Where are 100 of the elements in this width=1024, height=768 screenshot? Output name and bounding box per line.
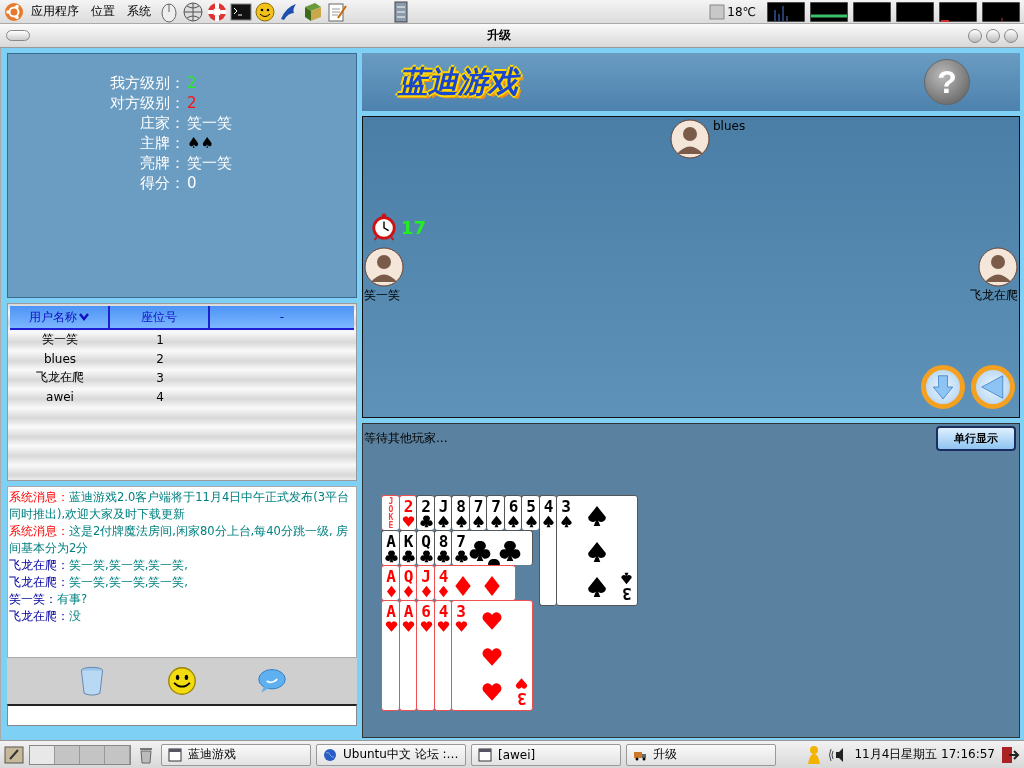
clock[interactable]: 11月4日星期五 17:16:57 bbox=[854, 746, 995, 763]
playing-card[interactable]: 6 bbox=[416, 600, 434, 711]
diamond-icon bbox=[402, 585, 415, 598]
playing-card[interactable]: 7 bbox=[486, 495, 504, 530]
chat-input-field[interactable] bbox=[7, 704, 357, 726]
window-menu-button[interactable] bbox=[6, 30, 30, 41]
show-desktop-icon[interactable] bbox=[4, 744, 24, 765]
playing-card[interactable]: A bbox=[381, 530, 399, 565]
close-button[interactable] bbox=[1004, 28, 1018, 43]
spade-icon bbox=[586, 504, 608, 527]
minimize-button[interactable] bbox=[968, 28, 982, 43]
heart-icon bbox=[419, 620, 433, 633]
playing-card[interactable]: J bbox=[416, 565, 434, 600]
playing-card[interactable]: 4 bbox=[433, 565, 516, 600]
book-icon[interactable] bbox=[302, 0, 324, 23]
notepad-icon[interactable] bbox=[326, 0, 348, 23]
playing-card[interactable]: JOKE bbox=[381, 495, 399, 530]
workspace-switcher-cell[interactable] bbox=[55, 745, 80, 764]
mouse-icon[interactable] bbox=[158, 0, 180, 23]
playing-card[interactable]: 3 3 bbox=[451, 600, 533, 711]
workspace-switcher-cell[interactable] bbox=[105, 745, 130, 764]
globe-icon bbox=[323, 747, 337, 762]
spade-icon bbox=[472, 515, 485, 528]
heart-icon bbox=[515, 677, 529, 690]
spade-icon bbox=[620, 572, 634, 585]
system-monitor-graph[interactable] bbox=[939, 1, 977, 22]
playing-card[interactable]: 7 bbox=[451, 530, 533, 565]
playing-card[interactable]: 2 bbox=[398, 495, 416, 530]
countdown-timer: 17 bbox=[401, 216, 427, 238]
playing-card[interactable]: 7 bbox=[468, 495, 486, 530]
info-label: 主牌： bbox=[139, 134, 185, 153]
spade-icon bbox=[524, 515, 538, 528]
taskbar-button[interactable]: 升级 bbox=[626, 743, 776, 766]
taskbar-button[interactable]: 蓝迪游戏 bbox=[161, 743, 311, 766]
playing-card[interactable]: J bbox=[433, 495, 451, 530]
system-monitor-graph[interactable] bbox=[853, 1, 891, 22]
table-cell-text: 3 bbox=[155, 370, 165, 385]
heart-icon bbox=[454, 620, 468, 633]
avatar-icon bbox=[670, 119, 710, 159]
workspace-switcher-cell[interactable] bbox=[80, 745, 105, 764]
card-rank: A bbox=[386, 533, 396, 550]
spade-icon bbox=[542, 515, 555, 528]
playing-card[interactable]: K bbox=[398, 530, 416, 565]
system-monitor-graph[interactable] bbox=[982, 1, 1020, 22]
card-rank: 3 bbox=[622, 585, 632, 602]
smiley-icon[interactable] bbox=[254, 0, 276, 23]
panel-menu[interactable]: 位置 bbox=[86, 3, 120, 20]
maximize-button[interactable] bbox=[986, 28, 1000, 43]
ubuntu-logo-icon[interactable] bbox=[4, 1, 24, 22]
info-value: 0 bbox=[186, 174, 198, 193]
workspace-switcher-cell[interactable] bbox=[30, 745, 55, 764]
playing-card[interactable]: A bbox=[381, 565, 399, 600]
card-rank: J bbox=[421, 568, 431, 585]
heart-icon bbox=[402, 620, 415, 633]
window-title: 升级 bbox=[486, 27, 512, 44]
info-label: 庄家： bbox=[139, 114, 185, 133]
logout-icon[interactable] bbox=[1000, 744, 1020, 765]
system-monitor-graph[interactable] bbox=[810, 1, 848, 22]
column-header[interactable]: 座位号 bbox=[110, 306, 210, 328]
card-rank: J bbox=[438, 498, 449, 515]
taskbar-button[interactable]: Ubuntu中文 论坛 :… bbox=[316, 743, 466, 766]
single-row-button[interactable]: 单行显示 bbox=[936, 426, 1016, 451]
card-rank: 7 bbox=[491, 498, 501, 515]
terminal-icon[interactable] bbox=[230, 0, 252, 23]
playing-card[interactable]: 4 bbox=[538, 495, 556, 606]
left-arrow-button[interactable] bbox=[971, 365, 1015, 409]
card-rank: A bbox=[386, 568, 396, 585]
card-rank: 3 bbox=[456, 603, 466, 620]
panel-menu[interactable]: 系统 bbox=[122, 3, 156, 20]
playing-card[interactable]: 8 bbox=[433, 530, 451, 565]
playing-card[interactable]: 5 bbox=[521, 495, 539, 530]
card-rank: 2 bbox=[421, 498, 431, 515]
player-name: 笑一笑 bbox=[364, 287, 400, 304]
playing-card[interactable]: 2 bbox=[416, 495, 434, 530]
playing-card[interactable]: 8 bbox=[451, 495, 469, 530]
globe-icon[interactable] bbox=[182, 0, 204, 23]
playing-card[interactable]: Q bbox=[398, 565, 416, 600]
spade-icon bbox=[454, 515, 468, 528]
panel-menu[interactable]: 应用程序 bbox=[26, 3, 84, 20]
smiley-icon[interactable] bbox=[167, 666, 197, 696]
chat-message: 系统消息：蓝迪游戏2.0客户端将于11月4日中午正式发布(3平台同时推出),欢迎大家及时下载更新 bbox=[9, 489, 351, 523]
temperature[interactable]: 18℃ bbox=[727, 4, 756, 19]
lifebuoy-icon[interactable] bbox=[206, 0, 228, 23]
column-header[interactable]: 用户名称 bbox=[10, 306, 110, 328]
playing-card[interactable]: A bbox=[381, 600, 399, 711]
heart-icon bbox=[384, 620, 398, 633]
card-rank: A bbox=[386, 603, 396, 620]
playing-card[interactable]: Q bbox=[416, 530, 434, 565]
card-rank: 7 bbox=[456, 533, 466, 550]
table-cell-text: blues bbox=[42, 351, 78, 366]
taskbar-button[interactable]: [awei] bbox=[471, 743, 621, 766]
chat-message: 飞龙在爬：没 bbox=[9, 608, 82, 625]
sort-caret-icon bbox=[79, 313, 89, 321]
playing-card[interactable]: 3 3 bbox=[556, 495, 638, 606]
column-header[interactable]: - bbox=[210, 306, 354, 328]
playing-card[interactable]: 6 bbox=[503, 495, 521, 530]
down-arrow-button[interactable] bbox=[921, 365, 965, 409]
table-cell-text: 1 bbox=[155, 332, 165, 347]
system-monitor-graph[interactable] bbox=[896, 1, 934, 22]
system-monitor-graph[interactable] bbox=[767, 1, 805, 22]
